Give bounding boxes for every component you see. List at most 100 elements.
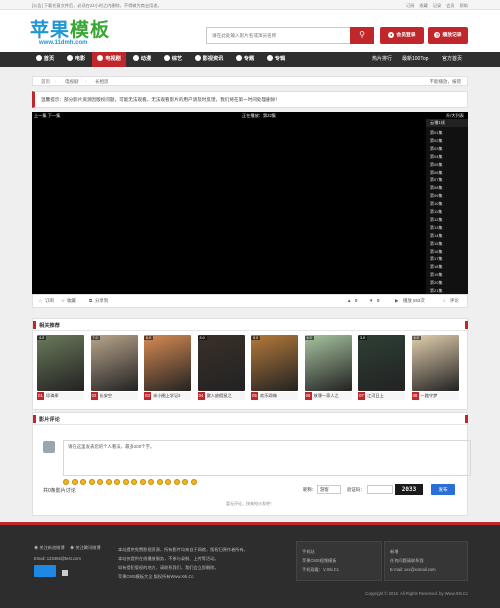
- search-button[interactable]: ⚲: [350, 27, 374, 44]
- poster-image[interactable]: [411, 335, 459, 391]
- episode-link[interactable]: 第01集: [430, 130, 442, 136]
- episode-link[interactable]: 第05集: [430, 162, 442, 168]
- prev-next-links[interactable]: 上一集 下一集: [34, 113, 60, 119]
- login-button[interactable]: ● 会员登录: [380, 27, 424, 44]
- thumbs-down-icon[interactable]: ▼: [369, 298, 373, 303]
- nav-official[interactable]: 官方首页: [442, 52, 462, 67]
- episode-link[interactable]: 第15集: [430, 241, 442, 247]
- emoji-icon[interactable]: [190, 479, 197, 485]
- emoji-icon[interactable]: [122, 479, 129, 485]
- episode-link[interactable]: 第07集: [430, 177, 442, 183]
- nav-movie[interactable]: 电影: [61, 52, 91, 67]
- card-title[interactable]: 06 放课一家人之: [304, 392, 352, 400]
- nav-topic[interactable]: 专题: [230, 52, 260, 67]
- card-title[interactable]: 01 珍珠季: [37, 392, 84, 400]
- emoji-icon[interactable]: [131, 479, 137, 485]
- poster-image[interactable]: [358, 335, 405, 391]
- comment-textarea[interactable]: 请在这里发表您的个人看法，最多200个字。: [63, 440, 471, 476]
- episode-link[interactable]: 第13集: [430, 225, 442, 231]
- thumbs-up-icon[interactable]: ▲: [347, 298, 351, 303]
- favorite-link[interactable]: 收藏: [67, 298, 76, 304]
- card-title[interactable]: 04 傲人放假鼠之: [197, 392, 245, 400]
- site-logo[interactable]: 苹果模板 www.11dmh.com: [30, 20, 110, 50]
- episode-link[interactable]: 第12集: [430, 217, 442, 223]
- breadcrumb-category[interactable]: 电视剧: [65, 79, 79, 85]
- related-card[interactable]: 8.0 04 傲人放假鼠之: [197, 335, 245, 411]
- app-badge-icon[interactable]: [34, 565, 56, 577]
- card-title[interactable]: 07 江河日上: [358, 392, 405, 400]
- emoji-icon[interactable]: [71, 479, 78, 485]
- weibo-link[interactable]: ◉ 关注新浪微博: [34, 545, 65, 551]
- top-link-history[interactable]: 记录: [433, 3, 441, 9]
- episode-link[interactable]: 第03集: [430, 146, 442, 152]
- top-link-help[interactable]: 帮助: [460, 3, 468, 9]
- nav-news[interactable]: 影视资讯: [189, 52, 229, 67]
- emoji-icon[interactable]: [97, 479, 103, 485]
- episode-link[interactable]: 第17集: [430, 256, 442, 262]
- episode-link[interactable]: 第04集: [430, 154, 442, 160]
- emoji-icon[interactable]: [63, 479, 69, 485]
- card-title[interactable]: 08 一路守梦: [411, 392, 459, 400]
- related-card[interactable]: 4.0 08 一路守梦: [411, 335, 459, 411]
- emoji-icon[interactable]: [114, 479, 120, 485]
- poster-image[interactable]: [90, 335, 138, 391]
- tencent-link[interactable]: ◉ 关注腾讯微博: [70, 545, 101, 551]
- episode-link[interactable]: 第06集: [430, 170, 442, 176]
- top-link-member[interactable]: 会员: [446, 3, 454, 9]
- top-link-favorite[interactable]: 收藏: [419, 3, 427, 9]
- top-link-subscribe[interactable]: 订阅: [406, 3, 414, 9]
- episode-link[interactable]: 第11集: [430, 209, 442, 215]
- card-title[interactable]: 05 欢乐颂嗨: [251, 392, 298, 400]
- nav-top100[interactable]: 最新100Top: [402, 52, 428, 67]
- card-title[interactable]: 03 米小圈上学记2: [144, 392, 191, 400]
- emoji-icon[interactable]: [182, 479, 188, 485]
- search-input[interactable]: [207, 28, 347, 43]
- report-error-link[interactable]: 不能播放，报错: [430, 79, 462, 85]
- emoji-icon[interactable]: [156, 479, 163, 485]
- history-button[interactable]: ◷ 播放记录: [428, 27, 468, 44]
- emoji-icon[interactable]: [148, 479, 154, 485]
- related-card[interactable]: 4.0 01 珍珠季: [37, 335, 84, 411]
- episode-link[interactable]: 第14集: [430, 233, 442, 239]
- card-title[interactable]: 02 长安空: [90, 392, 138, 400]
- subscribe-link[interactable]: 订阅: [45, 298, 54, 304]
- episode-link[interactable]: 第20集: [430, 280, 442, 286]
- nav-album[interactable]: 专辑: [261, 52, 291, 67]
- nav-home[interactable]: 首页: [30, 52, 60, 67]
- emoji-icon[interactable]: [173, 479, 180, 485]
- nav-tv[interactable]: 电视剧: [92, 52, 126, 67]
- emoji-icon[interactable]: [139, 479, 146, 485]
- poster-image[interactable]: [144, 335, 191, 391]
- emoji-icon[interactable]: [88, 479, 95, 485]
- nav-hot-rank[interactable]: 热片排行: [372, 52, 392, 67]
- nickname-input[interactable]: 游客: [317, 485, 341, 494]
- related-card[interactable]: 4.0 06 放课一家人之: [304, 335, 352, 411]
- breadcrumb-home[interactable]: 首页: [41, 79, 50, 85]
- submit-button[interactable]: 发布: [431, 484, 455, 495]
- nav-anime[interactable]: 动漫: [127, 52, 157, 67]
- episode-link[interactable]: 第16集: [430, 249, 442, 255]
- nav-variety[interactable]: 综艺: [158, 52, 188, 67]
- related-card[interactable]: 7.0 02 长安空: [90, 335, 138, 411]
- emoji-icon[interactable]: [80, 479, 86, 485]
- captcha-image[interactable]: 2033: [395, 484, 423, 495]
- video-player[interactable]: 上一集 下一集 正在播放：第22集 升/大列表: [32, 112, 468, 294]
- episode-link[interactable]: 第09集: [430, 193, 442, 199]
- related-card[interactable]: 9.0 05 欢乐颂嗨: [251, 335, 298, 411]
- poster-image[interactable]: [197, 335, 245, 391]
- related-card[interactable]: 6.0 03 米小圈上学记2: [144, 335, 191, 411]
- episode-link[interactable]: 第08集: [430, 185, 442, 191]
- related-card[interactable]: 3.0 07 江河日上: [358, 335, 405, 411]
- poster-image[interactable]: [251, 335, 298, 391]
- poster-image[interactable]: [304, 335, 352, 391]
- episode-link[interactable]: 第18集: [430, 264, 442, 270]
- emoji-icon[interactable]: [165, 479, 171, 485]
- episode-link[interactable]: 第19集: [430, 272, 442, 278]
- comment-link[interactable]: 评论: [450, 298, 459, 304]
- episode-link[interactable]: 第10集: [430, 201, 442, 207]
- captcha-input[interactable]: [367, 485, 393, 494]
- emoji-icon[interactable]: [105, 479, 112, 485]
- poster-image[interactable]: [37, 335, 84, 391]
- share-label[interactable]: 分享到: [95, 298, 108, 304]
- source-tab[interactable]: 云播1线: [426, 119, 468, 127]
